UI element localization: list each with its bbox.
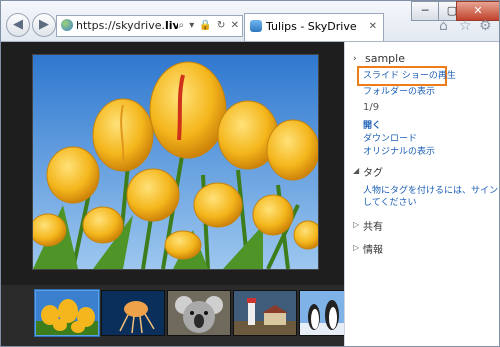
view-original-link[interactable]: オリジナルの表示 [363, 144, 435, 157]
photo-viewer [1, 42, 363, 346]
back-button[interactable]: ◀ [6, 13, 30, 37]
collapse-chevron-icon[interactable]: › [353, 54, 357, 64]
forward-arrow-icon: ▶ [39, 17, 49, 32]
info-collapsed-icon[interactable]: ▷ [353, 243, 359, 252]
main-photo-tulips[interactable] [32, 54, 319, 270]
skydrive-favicon-icon [250, 20, 262, 32]
home-icon[interactable]: ⌂ [439, 18, 448, 34]
address-tools[interactable]: ⌕ ▾ 🔒 ↻ ✕ [178, 16, 240, 36]
thumbnail-strip [1, 285, 363, 346]
thumbnail-koala[interactable] [167, 290, 231, 336]
details-panel: › sample スライド ショーの再生 フォルダーの表示 1/9 開く ダウン… [344, 42, 499, 346]
download-link[interactable]: ダウンロード [363, 131, 417, 144]
address-bar[interactable]: https://skydrive.live.com/ ⌕ ▾ 🔒 ↻ ✕ [56, 15, 243, 37]
minimize-button[interactable]: ─ [411, 1, 439, 21]
thumbnail-tulips[interactable] [35, 290, 99, 336]
share-heading[interactable]: 共有 [363, 218, 383, 233]
tab-tulips-skydrive[interactable]: Tulips - SkyDrive ✕ [244, 13, 384, 41]
browser-window: ◀ ▶ https://skydrive.live.com/ ⌕ ▾ 🔒 ↻ ✕… [0, 0, 500, 347]
thumbnail-lighthouse[interactable] [233, 290, 297, 336]
thumbnail-jellyfish[interactable] [101, 290, 165, 336]
folder-name: sample [365, 52, 405, 65]
favorites-star-icon[interactable]: ☆ [459, 18, 472, 34]
play-slideshow-link[interactable]: スライド ショーの再生 [357, 66, 456, 86]
info-heading[interactable]: 情報 [363, 241, 383, 256]
settings-gear-icon[interactable]: ⚙ [479, 18, 492, 34]
tags-expanded-icon[interactable]: ◢ [353, 166, 359, 175]
tab-title: Tulips - SkyDrive [266, 20, 357, 33]
show-folder-link[interactable]: フォルダーの表示 [363, 84, 435, 97]
forward-button[interactable]: ▶ [32, 13, 56, 37]
tags-signin-link-line2[interactable]: してください [363, 195, 416, 208]
open-link[interactable]: 開く [363, 118, 381, 131]
site-globe-icon [61, 19, 73, 31]
share-collapsed-icon[interactable]: ▷ [353, 220, 359, 229]
photo-counter: 1/9 [363, 102, 380, 113]
browser-toolbar: ◀ ▶ https://skydrive.live.com/ ⌕ ▾ 🔒 ↻ ✕… [1, 1, 499, 42]
page-content: › sample スライド ショーの再生 フォルダーの表示 1/9 開く ダウン… [1, 42, 499, 346]
tab-close-icon[interactable]: ✕ [369, 14, 377, 40]
back-arrow-icon: ◀ [13, 17, 23, 32]
tags-heading[interactable]: タグ [363, 164, 383, 179]
